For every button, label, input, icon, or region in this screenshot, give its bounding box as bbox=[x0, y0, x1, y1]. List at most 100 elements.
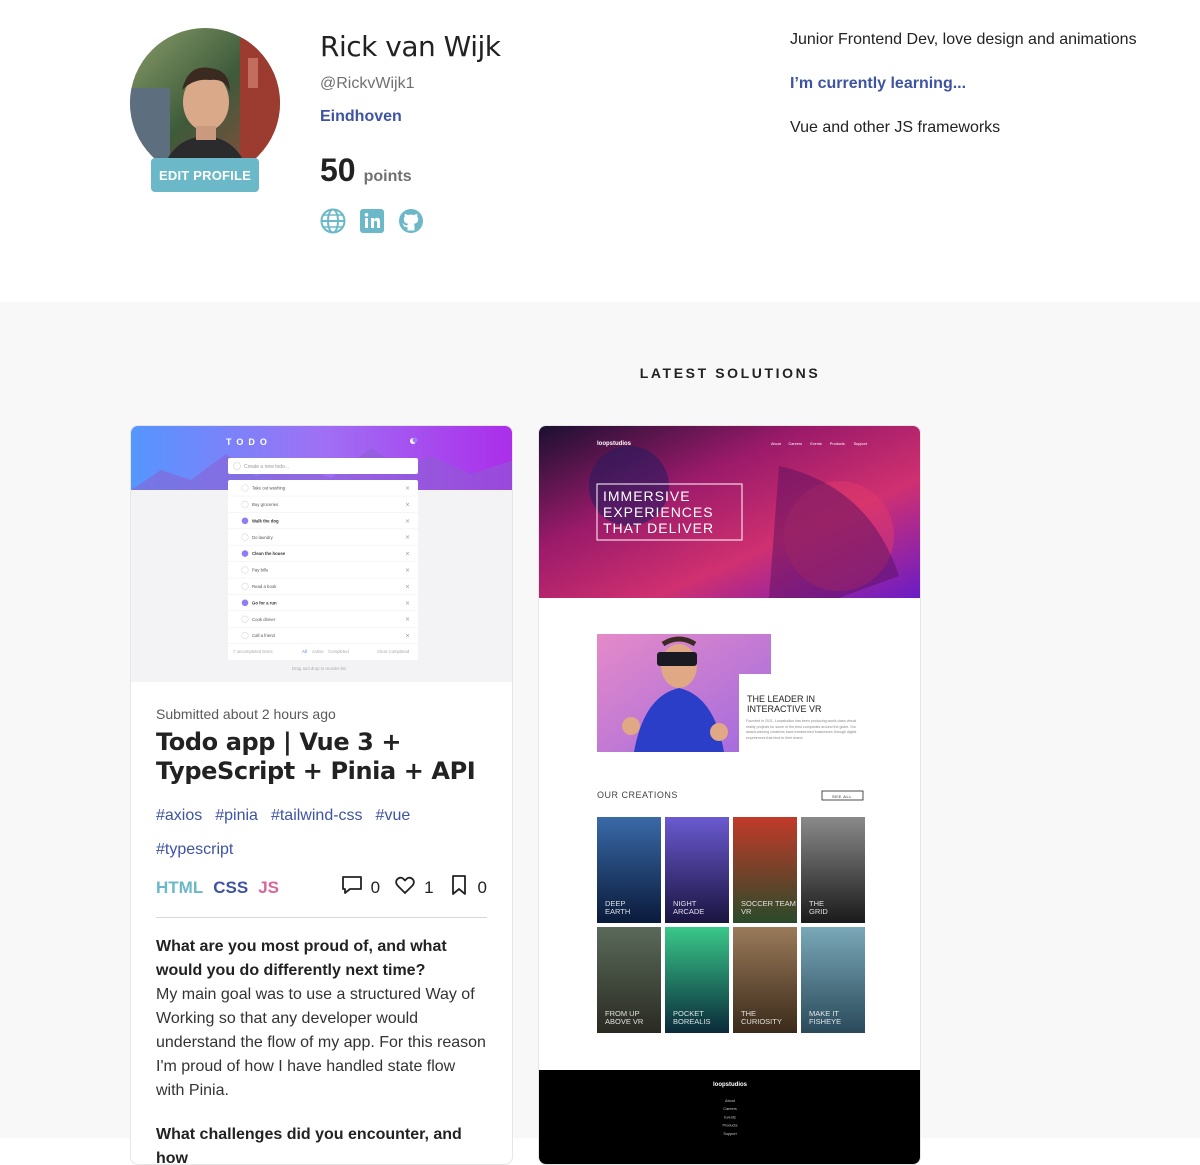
loopstudios-preview: loopstudios About Careers Events Products Su… bbox=[539, 426, 920, 1164]
close-icon: × bbox=[405, 616, 410, 623]
avatar-container bbox=[130, 28, 280, 178]
footer-link: Support bbox=[723, 1132, 737, 1136]
globe-icon[interactable] bbox=[320, 208, 346, 234]
bookmarks-stat[interactable]: 0 bbox=[448, 874, 487, 901]
footer-brand: loopstudios bbox=[713, 1082, 748, 1088]
edit-profile-button[interactable]: EDIT PROFILE bbox=[151, 158, 259, 192]
solution-screenshot[interactable]: loopstudios About Careers Events Products Su… bbox=[539, 426, 920, 1164]
todo-filter-all: All bbox=[302, 649, 307, 654]
solution-meta: HTML CSS JS 0 1 0 bbox=[156, 874, 487, 918]
leader-text: Founded in 2011, Loopstudios has been pr… bbox=[746, 719, 857, 740]
creation-label: ARCADE bbox=[673, 907, 704, 916]
profile-handle: @RickvWijk1 bbox=[320, 75, 415, 92]
footer-link: Events bbox=[724, 1115, 736, 1119]
leader-text-box: Founded in 2011, Loopstudios has been pr… bbox=[746, 719, 857, 740]
creations-title: OUR CREATIONS bbox=[597, 790, 678, 800]
close-icon: × bbox=[405, 518, 410, 525]
heart-icon bbox=[394, 874, 416, 901]
feedback-question: What are you most proud of, and what wou… bbox=[156, 938, 447, 979]
bookmark-icon bbox=[448, 874, 470, 901]
nav-link: About bbox=[771, 442, 782, 446]
creation-label: VR bbox=[741, 907, 752, 916]
todo-hint: Drag and drop to reorder list bbox=[292, 666, 347, 671]
nav-link: Careers bbox=[789, 442, 803, 446]
todo-header: TODO bbox=[226, 437, 272, 447]
solution-card[interactable]: loopstudios About Careers Events Products Su… bbox=[538, 425, 921, 1165]
todo-item-label: Go for a run bbox=[252, 600, 277, 605]
todo-check-icon bbox=[241, 550, 249, 557]
todo-app-preview: TODO Create a new todo... Take out washi… bbox=[131, 426, 512, 682]
creation-label: CURIOSITY bbox=[741, 1017, 782, 1026]
nav-link: Products bbox=[830, 442, 845, 446]
solution-card[interactable]: TODO Create a new todo... Take out washi… bbox=[130, 425, 513, 1165]
points-value: 50 bbox=[320, 152, 356, 188]
todo-check-icon bbox=[241, 599, 249, 607]
todo-filter-completed: Completed bbox=[328, 649, 349, 654]
social-links bbox=[320, 208, 424, 234]
tag[interactable]: #axios bbox=[156, 804, 202, 828]
hero-line-2: EXPERIENCES bbox=[603, 504, 714, 520]
learning-heading: I’m currently learning... bbox=[790, 75, 967, 92]
leader-title-1: THE LEADER IN bbox=[747, 694, 815, 704]
todo-footer-left: 7 uncompleted items bbox=[233, 649, 273, 654]
leader-title-2: INTERACTIVE VR bbox=[747, 704, 822, 714]
lang-js: JS bbox=[258, 877, 279, 897]
feedback-question: What challenges did you encounter, and h… bbox=[156, 1126, 462, 1165]
lang-css: CSS bbox=[213, 877, 249, 897]
footer-link: Careers bbox=[723, 1107, 737, 1111]
close-icon: × bbox=[405, 534, 410, 541]
bookmarks-count: 0 bbox=[477, 877, 487, 897]
likes-stat[interactable]: 1 bbox=[394, 874, 434, 901]
todo-placeholder: Create a new todo... bbox=[244, 464, 289, 470]
todo-item-label: Do laundry bbox=[252, 535, 274, 540]
todo-item-label: Buy groceries bbox=[252, 502, 278, 507]
linkedin-icon[interactable] bbox=[359, 208, 385, 234]
creation-label: GRID bbox=[809, 907, 828, 916]
comments-count: 0 bbox=[370, 877, 381, 897]
github-icon[interactable] bbox=[398, 208, 424, 234]
points-label: points bbox=[363, 168, 412, 185]
close-icon: × bbox=[405, 633, 410, 640]
solutions-section: LATEST SOLUTIONS TODO Create a new todo.… bbox=[0, 302, 1200, 1165]
profile-location: Eindhoven bbox=[320, 108, 402, 125]
close-icon: × bbox=[405, 567, 410, 574]
todo-item-label: Clean the house bbox=[252, 551, 286, 556]
learning-text: Vue and other JS frameworks bbox=[790, 119, 1001, 136]
todo-item-label: Cook dinner bbox=[252, 617, 276, 622]
creation-tile: POCKETBOREALIS bbox=[665, 927, 729, 1033]
solution-title[interactable]: Todo app | Vue 3 + TypeScript + Pinia + … bbox=[156, 728, 487, 786]
profile-header: EDIT PROFILE Rick van Wijk @RickvWijk1 E… bbox=[0, 0, 1200, 302]
language-list: HTML CSS JS bbox=[156, 878, 279, 898]
see-all: SEE ALL bbox=[832, 794, 852, 799]
todo-item-label: Call a friend bbox=[252, 633, 276, 638]
tag[interactable]: #vue bbox=[376, 804, 411, 828]
creation-tile: THECURIOSITY bbox=[733, 927, 797, 1033]
hero-brand: loopstudios bbox=[597, 441, 632, 447]
points-display: 50 points bbox=[320, 152, 412, 189]
creation-tile: NIGHTARCADE bbox=[665, 817, 729, 923]
creation-label: FISHEYE bbox=[809, 1017, 841, 1026]
close-icon: × bbox=[405, 501, 410, 508]
hero-line-1: IMMERSIVE bbox=[603, 488, 691, 504]
tag[interactable]: #typescript bbox=[156, 838, 233, 862]
tag[interactable]: #tailwind-css bbox=[271, 804, 363, 828]
likes-count: 1 bbox=[424, 877, 434, 897]
solution-stats: 0 1 0 bbox=[341, 874, 487, 901]
close-icon: × bbox=[405, 583, 410, 590]
nav-link: Support bbox=[854, 442, 868, 446]
close-icon: × bbox=[405, 551, 410, 558]
nav-link: Events bbox=[810, 442, 822, 446]
todo-item-label: Pay bills bbox=[252, 568, 268, 573]
section-title: LATEST SOLUTIONS bbox=[639, 365, 821, 381]
tag-list: #axios #pinia #tailwind-css #vue #typesc… bbox=[156, 804, 487, 862]
comments-stat[interactable]: 0 bbox=[341, 874, 380, 901]
creation-tile: DEEPEARTH bbox=[597, 817, 661, 923]
close-icon: × bbox=[405, 600, 410, 607]
tag[interactable]: #pinia bbox=[215, 804, 258, 828]
profile-name: Rick van Wijk bbox=[320, 30, 501, 63]
todo-item-label: Read a book bbox=[252, 584, 277, 589]
todo-footer-right: Clear Completed bbox=[377, 649, 410, 654]
creation-label: ABOVE VR bbox=[605, 1017, 644, 1026]
lang-html: HTML bbox=[156, 877, 204, 897]
solution-screenshot[interactable]: TODO Create a new todo... Take out washi… bbox=[131, 426, 512, 682]
